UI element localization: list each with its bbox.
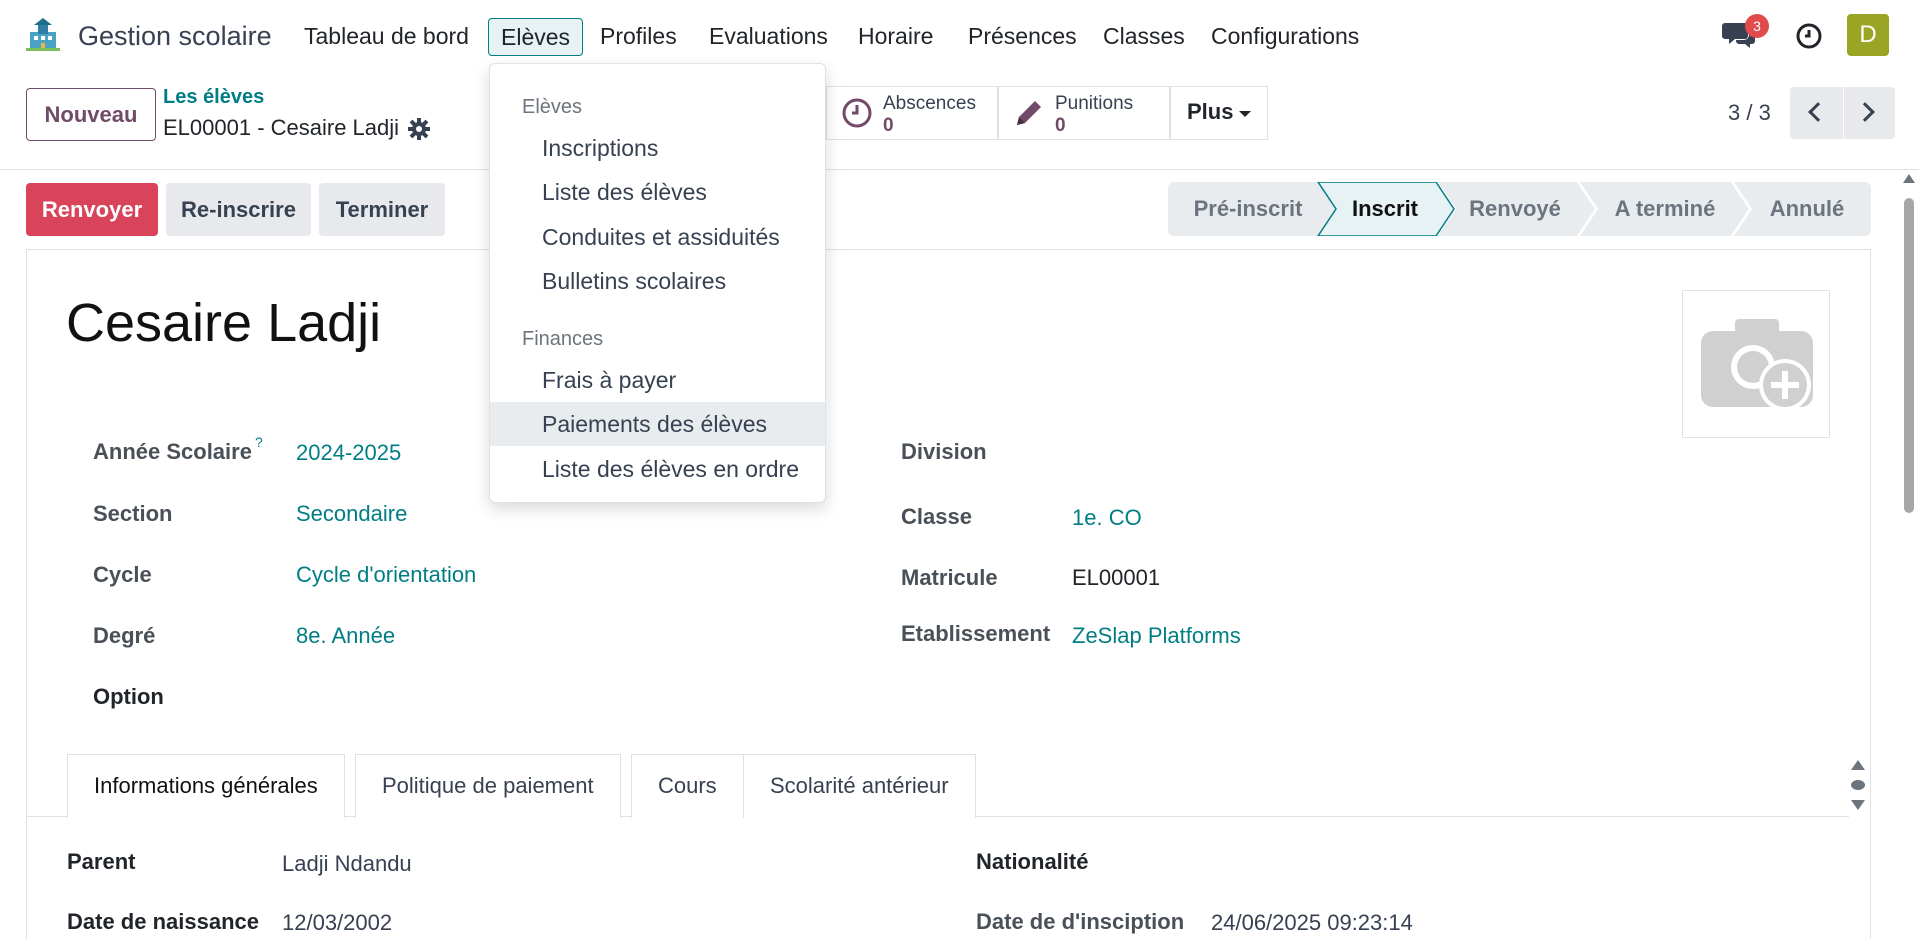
stage-renvoye[interactable]: Renvoyé — [1450, 182, 1580, 236]
nav-evaluations[interactable]: Evaluations — [709, 18, 828, 56]
pager-previous-button[interactable] — [1790, 87, 1843, 139]
annee-scolaire-value[interactable]: 2024-2025 — [296, 440, 401, 466]
scroll-up-icon[interactable] — [1903, 174, 1915, 183]
gear-icon[interactable] — [407, 117, 431, 141]
renvoyer-button[interactable]: Renvoyer — [26, 183, 158, 236]
date-inscription-value[interactable]: 24/06/2025 09:23:14 — [1211, 910, 1413, 936]
section-value[interactable]: Secondaire — [296, 501, 407, 527]
pager-next-button[interactable] — [1844, 87, 1895, 139]
matricule-value[interactable]: EL00001 — [1072, 565, 1160, 591]
menu-item-inscriptions[interactable]: Inscriptions — [490, 126, 825, 170]
tab-informations-generales[interactable]: Informations générales — [67, 754, 345, 818]
messages-count-badge: 3 — [1745, 14, 1769, 38]
etablissement-value[interactable]: ZeSlap Platforms — [1072, 623, 1241, 649]
user-avatar[interactable]: D — [1847, 14, 1889, 56]
chevron-right-icon — [1855, 102, 1875, 122]
page-scrollbar[interactable] — [1900, 170, 1919, 939]
school-building-icon[interactable] — [26, 18, 60, 52]
annee-scolaire-label: Année Scolaire — [93, 439, 252, 464]
chevron-left-icon — [1808, 102, 1828, 122]
tooltip-help-icon[interactable]: ? — [255, 434, 263, 450]
degre-value[interactable]: 8e. Année — [296, 623, 395, 649]
nationalite-label: Nationalité — [976, 849, 1089, 874]
nav-configurations[interactable]: Configurations — [1211, 18, 1359, 56]
camera-plus-icon — [1699, 315, 1815, 415]
clock-icon[interactable] — [1795, 22, 1823, 50]
absences-label: Abscences — [883, 93, 976, 114]
menu-item-frais-a-payer[interactable]: Frais à payer — [490, 358, 825, 402]
etablissement-label: Etablissement — [901, 621, 1051, 646]
caret-down-icon — [1239, 111, 1251, 117]
absences-smart-button[interactable]: Abscences 0 — [826, 86, 998, 140]
matricule-label: Matricule — [901, 565, 998, 590]
division-label: Division — [901, 439, 987, 464]
tabs-scroll-icon[interactable] — [1850, 758, 1866, 812]
menu-item-paiements-des-eleves[interactable]: Paiements des élèves — [490, 402, 825, 446]
app-title[interactable]: Gestion scolaire — [78, 18, 272, 56]
menu-item-conduites-et-assiduites[interactable]: Conduites et assiduités — [490, 215, 825, 259]
nav-classes[interactable]: Classes — [1103, 18, 1185, 56]
classe-label: Classe — [901, 504, 972, 529]
dropdown-section-eleves: Elèves — [522, 96, 583, 118]
dropdown-section-finances: Finances — [522, 328, 604, 350]
stage-annule[interactable]: Annulé — [1752, 182, 1862, 236]
date-naissance-value[interactable]: 12/03/2002 — [282, 910, 392, 936]
cycle-label: Cycle — [93, 562, 152, 587]
parent-value[interactable]: Ladji Ndandu — [282, 851, 412, 877]
stage-pre-inscrit[interactable]: Pré-inscrit — [1168, 182, 1328, 236]
option-label: Option — [93, 684, 164, 709]
breadcrumb-current: EL00001 - Cesaire Ladji — [163, 115, 400, 140]
parent-label: Parent — [67, 849, 136, 874]
cycle-value[interactable]: Cycle d'orientation — [296, 562, 476, 588]
breadcrumb-parent[interactable]: Les élèves — [163, 86, 264, 109]
date-inscription-label: Date de d'insciption — [976, 909, 1185, 934]
clock-icon — [841, 97, 873, 129]
photo-placeholder[interactable] — [1682, 290, 1830, 438]
eleves-dropdown-menu: Elèves Inscriptions Liste des élèves Con… — [489, 63, 826, 503]
stage-a-termine[interactable]: A terminé — [1595, 182, 1735, 236]
tab-scolarite-anterieur[interactable]: Scolarité antérieur — [743, 754, 976, 818]
menu-item-liste-des-eleves-en-ordre[interactable]: Liste des élèves en ordre — [490, 447, 825, 491]
tab-politique-de-paiement[interactable]: Politique de paiement — [355, 754, 621, 818]
terminer-button[interactable]: Terminer — [319, 183, 445, 236]
classe-value[interactable]: 1e. CO — [1072, 505, 1142, 531]
nav-tableau-de-bord[interactable]: Tableau de bord — [304, 18, 469, 56]
more-smart-button[interactable]: Plus — [1170, 86, 1268, 140]
scrollbar-thumb[interactable] — [1904, 198, 1914, 513]
pencil-icon — [1013, 97, 1045, 129]
record-name: Cesaire Ladji — [66, 293, 382, 353]
punitions-smart-button[interactable]: Punitions 0 — [998, 86, 1170, 140]
new-button[interactable]: Nouveau — [26, 88, 156, 141]
degre-label: Degré — [93, 623, 156, 648]
punitions-value: 0 — [1055, 115, 1066, 136]
section-label: Section — [93, 501, 173, 526]
date-naissance-label: Date de naissance — [67, 909, 259, 934]
top-navbar: Gestion scolaire Tableau de bord Elèves … — [0, 0, 1919, 72]
nav-profiles[interactable]: Profiles — [600, 18, 677, 56]
reinscrire-button[interactable]: Re-inscrire — [166, 183, 311, 236]
nav-horaire[interactable]: Horaire — [858, 18, 933, 56]
punitions-label: Punitions — [1055, 93, 1134, 114]
absences-value: 0 — [883, 115, 894, 136]
menu-item-bulletins-scolaires[interactable]: Bulletins scolaires — [490, 259, 825, 303]
pager-value[interactable]: 3 / 3 — [1728, 100, 1771, 126]
stage-inscrit[interactable]: Inscrit — [1330, 182, 1440, 236]
nav-eleves[interactable]: Elèves — [488, 18, 584, 56]
more-label: Plus — [1187, 99, 1234, 124]
menu-item-liste-des-eleves[interactable]: Liste des élèves — [490, 170, 825, 214]
nav-presences[interactable]: Présences — [968, 18, 1077, 56]
tab-cours[interactable]: Cours — [631, 754, 744, 818]
